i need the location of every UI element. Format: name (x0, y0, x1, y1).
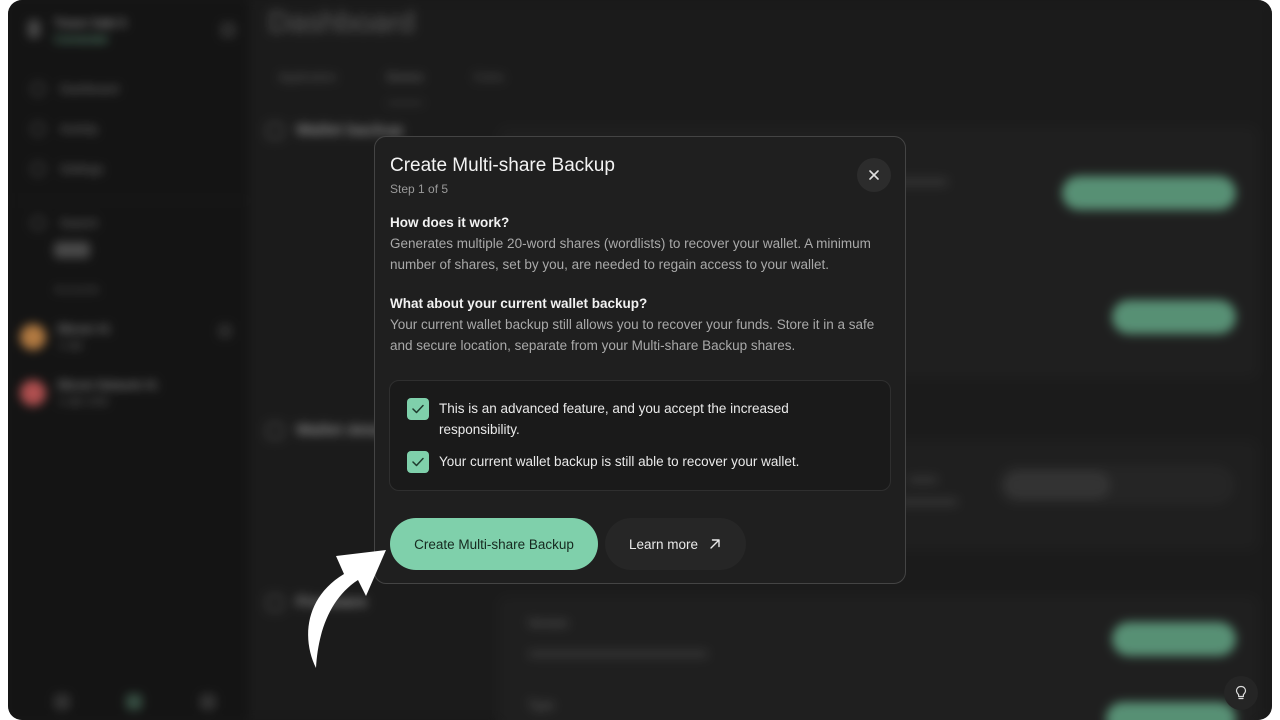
check-icon (412, 457, 424, 467)
create-multishare-button[interactable]: Create Multi-share Backup (390, 518, 598, 570)
checkbox-row-advanced[interactable]: This is an advanced feature, and you acc… (407, 398, 839, 440)
advanced-feature-label: This is an advanced feature, and you acc… (439, 401, 789, 437)
checkbox-row-backup[interactable]: Your current wallet backup is still able… (407, 451, 839, 473)
lightbulb-icon (1235, 685, 1247, 700)
create-multishare-modal: Create Multi-share Backup Step 1 of 5 Ho… (374, 136, 906, 584)
help-button[interactable] (1224, 676, 1258, 710)
arrow-up-right-icon (710, 539, 720, 549)
current-backup-checkbox[interactable] (407, 451, 429, 473)
close-button[interactable] (857, 158, 891, 192)
how-it-works-heading: How does it work? (390, 215, 510, 230)
confirmation-box: This is an advanced feature, and you acc… (389, 380, 891, 491)
learn-more-button[interactable]: Learn more (605, 518, 746, 570)
create-multishare-button-label: Create Multi-share Backup (414, 536, 574, 552)
modal-title: Create Multi-share Backup (390, 155, 615, 176)
learn-more-label: Learn more (628, 536, 699, 552)
how-it-works-text: Generates multiple 20-word shares (wordl… (390, 236, 871, 272)
advanced-feature-checkbox[interactable] (407, 398, 429, 420)
current-backup-text: Your current wallet backup still allows … (390, 317, 875, 353)
pointer-arrow-icon (308, 550, 386, 668)
close-icon (869, 170, 879, 180)
check-icon (412, 404, 424, 414)
current-backup-label: Your current wallet backup is still able… (439, 454, 800, 469)
current-backup-heading: What about your current wallet backup? (390, 296, 648, 311)
modal-step: Step 1 of 5 (390, 182, 449, 196)
